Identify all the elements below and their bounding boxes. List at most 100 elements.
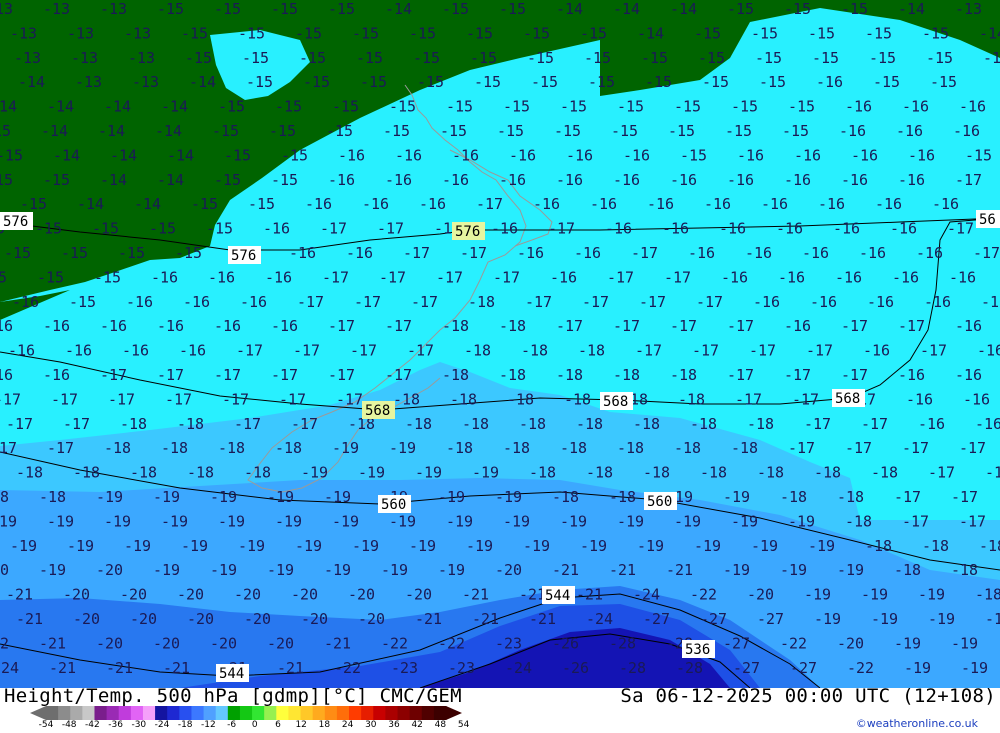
temp-label: -16: [875, 195, 902, 213]
temp-label: -24: [633, 586, 660, 604]
temp-label: -16: [8, 342, 35, 360]
temp-label: -17: [63, 415, 90, 433]
temp-label: -14: [898, 0, 925, 18]
temp-label: -16: [305, 195, 332, 213]
legend-swatch: [385, 706, 399, 720]
legend-swatch: [239, 706, 253, 720]
temp-label: -19: [210, 561, 237, 579]
temp-label: -16: [959, 98, 986, 116]
temp-label: -16: [721, 268, 748, 286]
temp-label: -19: [694, 537, 721, 555]
temp-label: -15: [865, 24, 892, 42]
temp-label: -22: [334, 659, 361, 677]
temp-label: -16: [385, 171, 412, 189]
temp-label: -15: [413, 49, 440, 67]
temp-label: -22: [438, 634, 465, 652]
temp-label: -15: [295, 24, 322, 42]
legend-swatch: [58, 706, 71, 720]
temp-label: -15: [269, 122, 296, 140]
temp-label: -15: [37, 268, 64, 286]
temp-label: -18: [521, 342, 548, 360]
temp-label: -15: [702, 73, 729, 91]
temp-label: -15: [531, 73, 558, 91]
temp-label: -15: [497, 122, 524, 140]
temp-label: -16: [835, 268, 862, 286]
temp-label: -21: [6, 586, 33, 604]
temp-label: -16: [574, 244, 601, 262]
temp-label: -14: [670, 0, 697, 18]
temp-label: -16: [688, 244, 715, 262]
temp-label: -17: [670, 317, 697, 335]
temp-label: -19: [324, 561, 351, 579]
temp-label: -17: [664, 268, 691, 286]
temp-label: -16: [949, 268, 976, 286]
temp-label: -15: [554, 122, 581, 140]
temp-label: -17: [635, 342, 662, 360]
legend-tick: -48: [61, 720, 77, 730]
temp-label: -15: [35, 220, 62, 238]
temp-label: -19: [161, 512, 188, 530]
temp-label: -15: [157, 0, 184, 18]
temp-label: -20: [348, 586, 375, 604]
temp-label: -16: [263, 220, 290, 238]
temp-label: -18: [609, 488, 636, 506]
temp-label: -17: [902, 439, 929, 457]
temp-label: -16: [932, 195, 959, 213]
temp-label: -17: [985, 464, 1000, 482]
temp-label: -20: [210, 634, 237, 652]
temp-label: -17: [234, 415, 261, 433]
temp-label: -17: [613, 317, 640, 335]
legend-tick: 36: [388, 720, 400, 730]
temp-label: -20: [358, 610, 385, 628]
temp-label: -19: [352, 537, 379, 555]
temp-label: -20: [153, 634, 180, 652]
temp-label: -16: [122, 342, 149, 360]
temp-label: -16: [419, 195, 446, 213]
temp-label: -16: [963, 390, 990, 408]
temp-label: -14: [157, 171, 184, 189]
temp-label: -13: [43, 0, 70, 18]
legend-swatch: [106, 706, 120, 720]
legend-left-arrow: [30, 706, 46, 720]
temp-label: -19: [381, 561, 408, 579]
temp-label: -17: [320, 220, 347, 238]
temp-label: -15: [782, 122, 809, 140]
temp-label: -17: [841, 317, 868, 335]
temp-label: -16: [955, 317, 982, 335]
temp-label: -22: [381, 634, 408, 652]
credit-link[interactable]: ©weatheronline.co.uk: [856, 717, 978, 730]
temp-label: -16: [896, 122, 923, 140]
temp-label: -18: [578, 342, 605, 360]
legend-tick: 6: [275, 720, 281, 730]
temp-label: -15: [611, 122, 638, 140]
temp-label: -16: [662, 220, 689, 238]
temp-label: -19: [904, 659, 931, 677]
height-label: 576: [455, 224, 480, 240]
temp-label: -15: [0, 268, 7, 286]
temp-label: -15: [466, 24, 493, 42]
temp-label: -15: [149, 220, 176, 238]
temp-label: -19: [751, 537, 778, 555]
temp-label: -15: [869, 49, 896, 67]
temp-label: -16: [908, 146, 935, 164]
temp-label: -15: [94, 268, 121, 286]
temp-label: -16: [442, 171, 469, 189]
temp-label: -14: [637, 24, 664, 42]
height-label: 56: [979, 212, 996, 228]
temp-label: -18: [871, 464, 898, 482]
temp-label: -18: [690, 415, 717, 433]
temp-label: -15: [727, 0, 754, 18]
temp-label: -15: [118, 244, 145, 262]
temp-label: -15: [214, 171, 241, 189]
legend-right-arrow: [446, 706, 462, 720]
temp-label: -18: [643, 464, 670, 482]
temp-label: -17: [631, 244, 658, 262]
temp-label: -18: [499, 317, 526, 335]
temp-label: -15: [224, 146, 251, 164]
temp-label: -14: [100, 171, 127, 189]
temp-label: -19: [275, 512, 302, 530]
temp-label: -16: [590, 195, 617, 213]
legend-tick: -42: [85, 720, 100, 730]
temp-label: -17: [165, 390, 192, 408]
temp-label: -16: [778, 268, 805, 286]
